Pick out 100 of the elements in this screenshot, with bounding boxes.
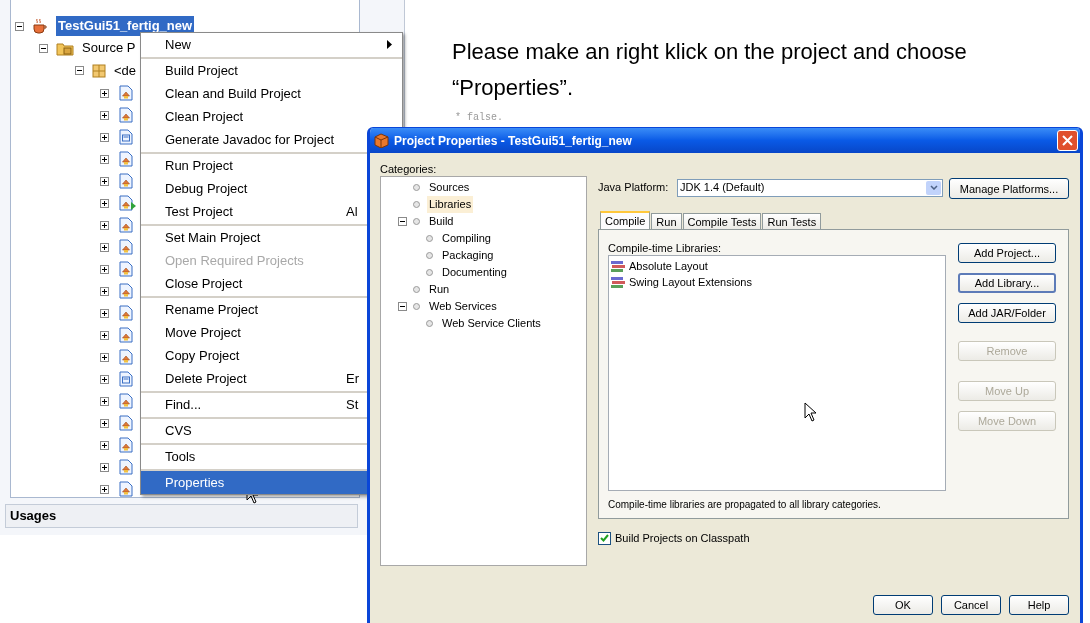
categories-label: Categories: <box>380 162 438 176</box>
shortcut-text: St <box>346 395 359 414</box>
expander-icon[interactable] <box>100 484 109 494</box>
expander-icon[interactable] <box>100 220 109 230</box>
menu-item[interactable]: Clean Project <box>141 105 402 128</box>
package-folder-icon <box>56 40 74 56</box>
expander-icon[interactable] <box>100 242 109 252</box>
expander-icon[interactable] <box>100 308 109 318</box>
document-icon <box>119 371 133 387</box>
panel-title: Usages <box>10 507 57 526</box>
expander-icon[interactable] <box>100 462 109 472</box>
expander-icon[interactable] <box>100 286 109 296</box>
category-item[interactable]: Compiling <box>440 230 493 247</box>
expander-icon[interactable] <box>100 132 109 142</box>
package-icon <box>92 63 106 78</box>
library-item[interactable]: Absolute Layout <box>629 257 708 275</box>
bullet-icon <box>413 201 420 208</box>
runnable-form-icon <box>119 195 137 211</box>
close-button[interactable] <box>1057 130 1078 151</box>
expander-icon[interactable] <box>100 154 109 164</box>
expander-icon[interactable] <box>398 302 407 311</box>
expander-icon[interactable] <box>100 418 109 428</box>
expander-icon[interactable] <box>398 217 407 226</box>
expander-icon[interactable] <box>100 396 109 406</box>
expander-icon[interactable] <box>39 43 48 53</box>
library-item[interactable]: Swing Layout Extensions <box>629 273 752 291</box>
form-file-icon <box>119 437 133 453</box>
form-file-icon <box>119 327 133 343</box>
chevron-down-icon <box>929 185 938 190</box>
form-file-icon <box>119 85 133 101</box>
expander-icon[interactable] <box>100 352 109 362</box>
dialog-button[interactable]: Manage Platforms... <box>949 178 1069 200</box>
bullet-icon <box>413 303 420 310</box>
expander-icon[interactable] <box>100 264 109 274</box>
expander-icon[interactable] <box>100 330 109 340</box>
expander-icon[interactable] <box>100 198 109 208</box>
form-file-icon <box>119 239 133 255</box>
menu-item[interactable]: Clean and Build Project <box>141 82 402 105</box>
form-file-icon <box>119 459 133 475</box>
form-file-icon <box>119 415 133 431</box>
form-file-icon <box>119 151 133 167</box>
dropdown-button[interactable] <box>926 180 941 195</box>
bullet-icon <box>426 269 433 276</box>
bullet-icon <box>413 286 420 293</box>
library-icon <box>611 260 625 272</box>
menu-item[interactable]: New <box>141 33 402 56</box>
tree-item-label[interactable]: Source P <box>82 38 136 58</box>
category-item[interactable]: Web Service Clients <box>440 315 543 332</box>
bullet-icon <box>413 184 420 191</box>
dialog-button[interactable]: Add Project... <box>958 243 1056 264</box>
library-icon <box>611 276 625 288</box>
bullet-icon <box>426 252 433 259</box>
dialog-button[interactable]: Add JAR/Folder <box>958 303 1056 324</box>
coffee-cup-icon <box>32 18 48 34</box>
category-item[interactable]: Web Services <box>427 298 499 315</box>
tree-item-label[interactable]: <de <box>114 60 137 81</box>
expander-icon[interactable] <box>100 110 109 120</box>
expander-icon[interactable] <box>100 88 109 98</box>
checkbox-label: Build Projects on Classpath <box>615 530 750 546</box>
shortcut-text: Al <box>346 202 358 221</box>
menu-item[interactable]: Build Project <box>141 59 402 82</box>
form-file-icon <box>119 261 133 277</box>
category-item[interactable]: Run <box>427 281 452 298</box>
platform-dropdown[interactable]: JDK 1.4 (Default) <box>677 178 943 197</box>
expander-icon[interactable] <box>100 374 109 384</box>
category-item[interactable]: Build <box>427 213 456 230</box>
dialog-button[interactable]: OK <box>873 595 933 615</box>
field-label: Java Platform: <box>598 180 670 196</box>
category-item[interactable]: Documenting <box>440 264 509 281</box>
form-file-icon <box>119 107 133 123</box>
form-file-icon <box>119 349 133 365</box>
expander-icon[interactable] <box>15 21 24 31</box>
tab[interactable]: Run Tests <box>762 213 822 229</box>
form-file-icon <box>119 173 133 189</box>
bullet-icon <box>413 218 420 225</box>
tab[interactable]: Run <box>651 213 682 229</box>
form-file-icon <box>119 393 133 409</box>
dialog-title: Project Properties - TestGui51_fertig_new <box>394 132 632 150</box>
dialog-button[interactable]: Help <box>1009 595 1069 615</box>
category-item[interactable]: Sources <box>427 179 472 196</box>
dialog-button[interactable]: Add Library... <box>958 273 1056 293</box>
form-file-icon <box>119 217 133 233</box>
project-node[interactable]: TestGui51_fertig_new <box>56 16 195 36</box>
expander-icon[interactable] <box>100 440 109 450</box>
category-item[interactable]: Packaging <box>440 247 496 264</box>
tab[interactable]: Compile <box>600 211 651 229</box>
form-file-icon <box>119 481 133 497</box>
expander-icon[interactable] <box>100 176 109 186</box>
document-icon <box>119 129 133 145</box>
check-icon <box>600 534 609 542</box>
checkbox[interactable] <box>598 531 611 545</box>
submenu-arrow-icon <box>387 40 392 49</box>
form-file-icon <box>119 283 133 299</box>
cube-icon <box>374 133 389 148</box>
tab[interactable]: Compile Tests <box>682 213 762 229</box>
dialog-button[interactable]: Cancel <box>941 595 1001 615</box>
expander-icon[interactable] <box>75 66 84 75</box>
form-file-icon <box>119 305 133 321</box>
code-fragment: * false. <box>455 111 503 125</box>
category-item[interactable]: Libraries <box>427 196 474 213</box>
